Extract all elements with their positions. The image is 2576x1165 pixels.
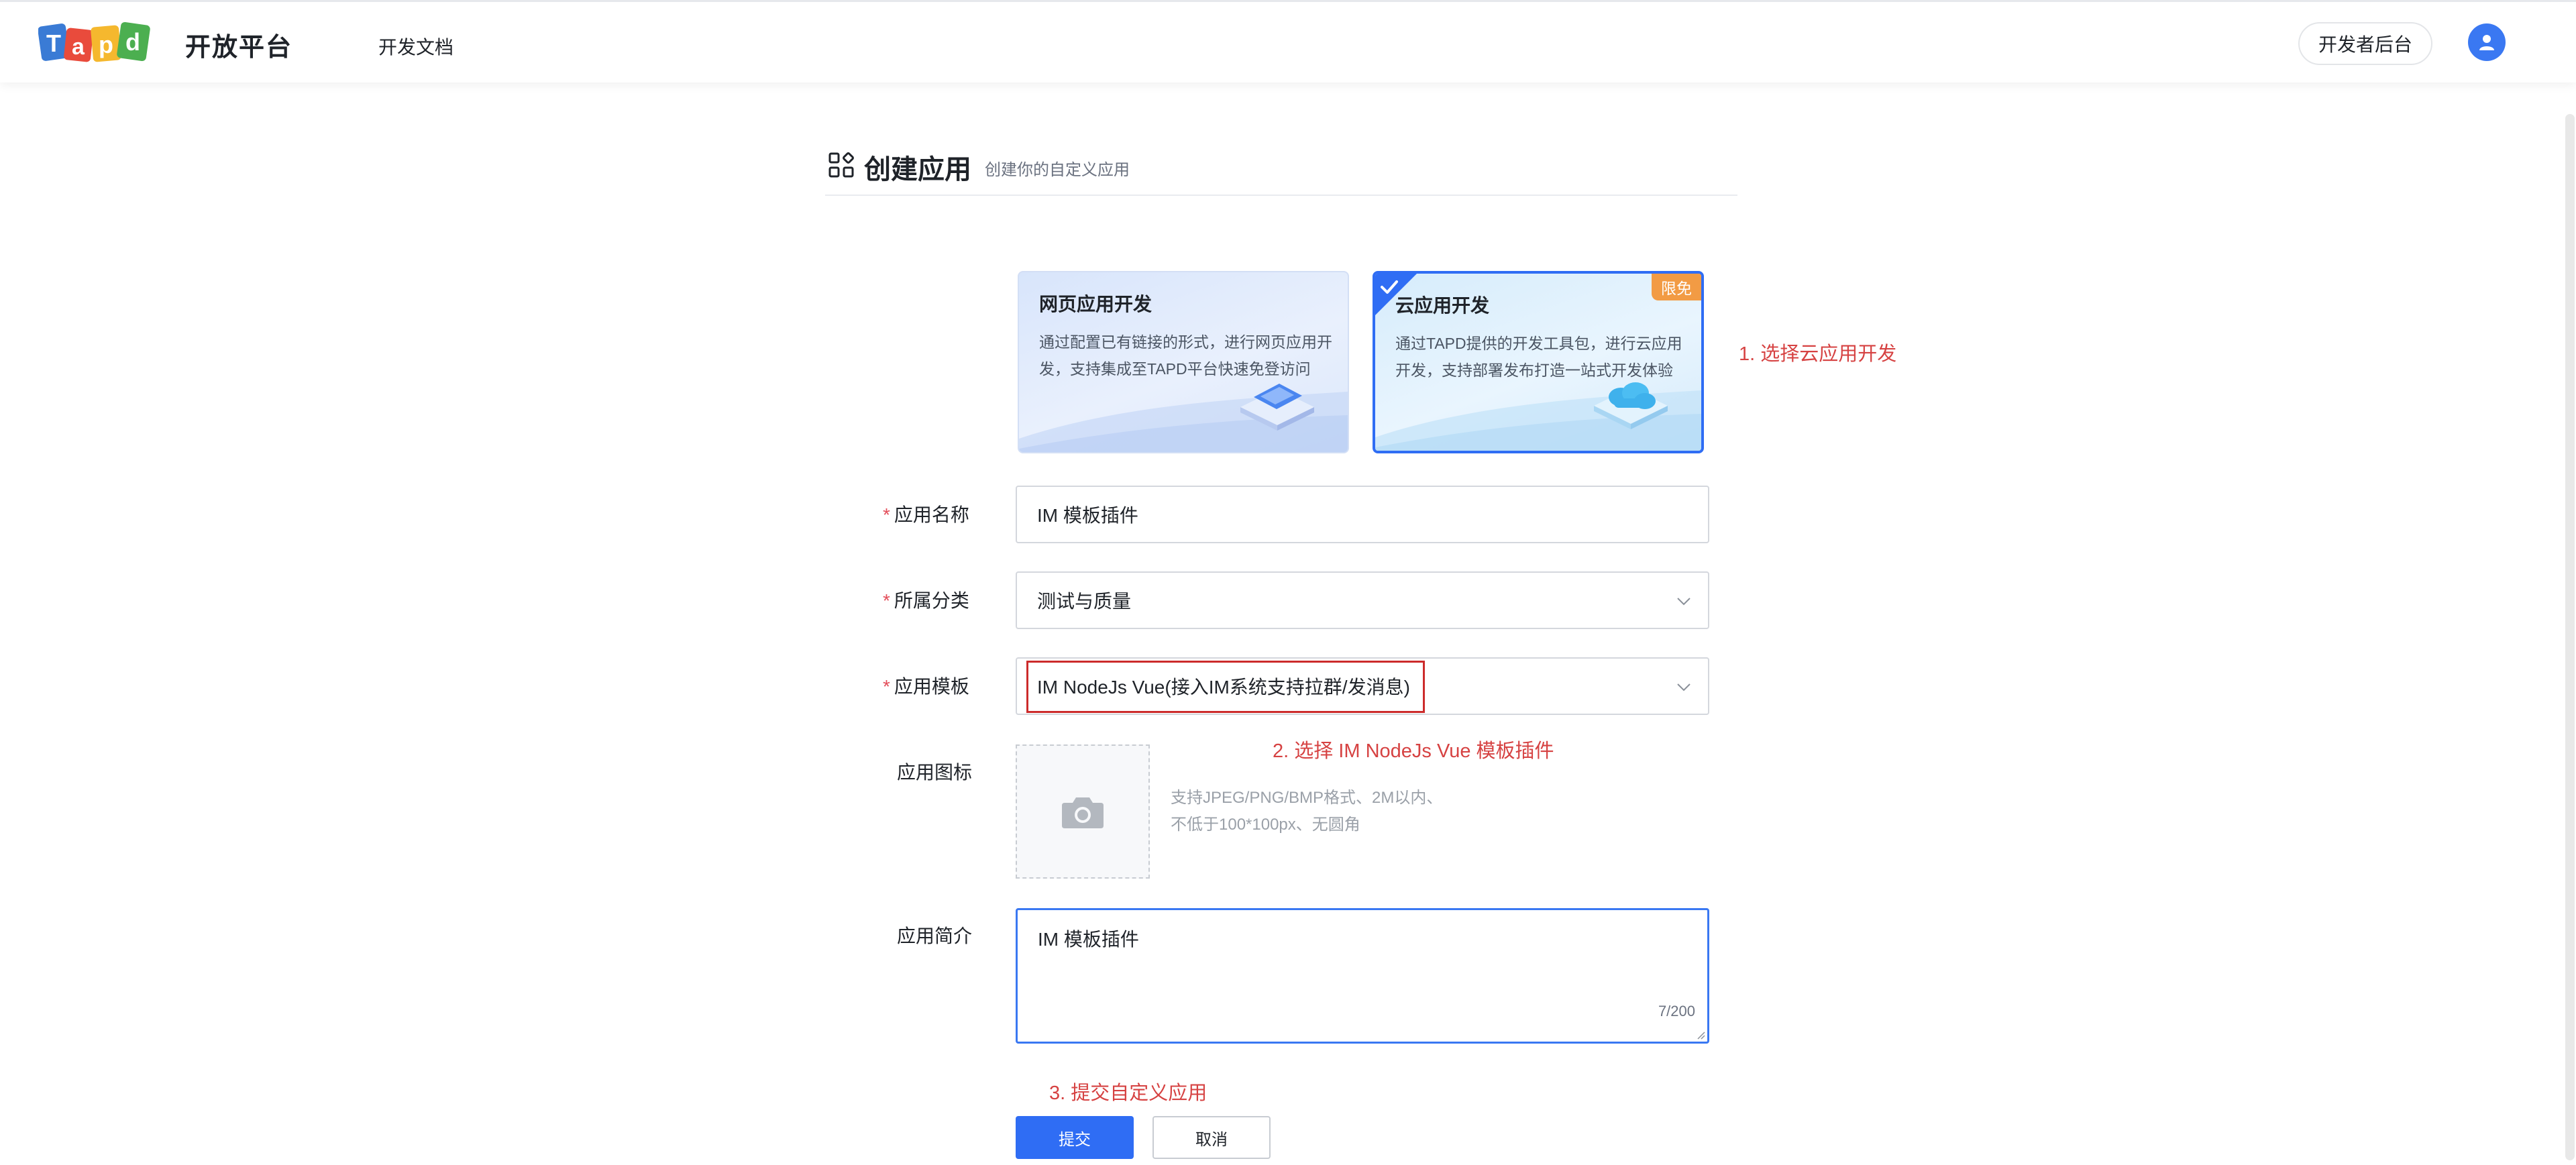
char-count: 7/200: [1658, 1003, 1695, 1019]
platform-title: 开放平台: [185, 34, 293, 62]
apps-grid-icon: [828, 152, 854, 178]
page-subtitle: 创建你的自定义应用: [985, 161, 1130, 179]
chevron-down-icon: [1677, 598, 1690, 606]
required-mark: *: [883, 676, 890, 697]
app-description-textarea[interactable]: IM 模板插件 7/200: [1016, 908, 1709, 1044]
app-description-value: IM 模板插件: [1038, 929, 1139, 950]
app-icon-label: 应用图标: [897, 762, 973, 783]
cloud-app-card[interactable]: 限免 云应用开发 通过TAPD提供的开发工具包，进行云应用开发，支持部署发布打造…: [1373, 271, 1704, 453]
svg-text:p: p: [99, 31, 113, 58]
icon-upload-area[interactable]: [1016, 744, 1150, 879]
required-mark: *: [883, 504, 890, 525]
cloud-app-card-description: 通过TAPD提供的开发工具包，进行云应用开发，支持部署发布打造一站式开发体验: [1395, 335, 1682, 379]
web-app-card-description: 通过配置已有链接的形式，进行网页应用开发，支持集成至TAPD平台快速免登访问: [1039, 333, 1332, 378]
cloud-app-card-title: 云应用开发: [1395, 295, 1490, 316]
cancel-button[interactable]: 取消: [1152, 1116, 1271, 1159]
annotation-step-1: 1. 选择云应用开发: [1739, 343, 1897, 365]
free-limited-badge: 限免: [1652, 274, 1701, 300]
icon-upload-hint: 支持JPEG/PNG/BMP格式、2M以内、 不低于100*100px、无圆角: [1171, 785, 1442, 838]
app-name-label: * 应用名称: [883, 500, 969, 527]
category-select[interactable]: 测试与质量: [1016, 571, 1709, 629]
category-select-value: 测试与质量: [1037, 591, 1132, 612]
user-avatar[interactable]: [2468, 23, 2506, 61]
app-name-input-value: IM 模板插件: [1037, 505, 1138, 526]
template-highlight-box: [1026, 661, 1425, 713]
app-name-input[interactable]: IM 模板插件: [1016, 486, 1709, 543]
page-scrollbar[interactable]: [2565, 114, 2575, 1160]
svg-text:d: d: [125, 28, 140, 56]
svg-text:T: T: [46, 30, 61, 57]
category-label: * 所属分类: [883, 586, 969, 613]
chevron-down-icon: [1677, 683, 1690, 691]
app-description-label: 应用简介: [897, 926, 973, 946]
template-label: * 应用模板: [883, 672, 969, 699]
required-mark: *: [883, 590, 890, 611]
annotation-step-3: 3. 提交自定义应用: [1049, 1083, 1208, 1104]
web-app-card[interactable]: 网页应用开发 通过配置已有链接的形式，进行网页应用开发，支持集成至TAPD平台快…: [1018, 271, 1349, 453]
icon-upload-hint-line-1: 支持JPEG/PNG/BMP格式、2M以内、: [1171, 789, 1443, 807]
top-navigation-bar: T a p d 开放平台 开发文档 开发者后台: [0, 0, 2576, 82]
tapd-logo[interactable]: T a p d: [38, 18, 159, 69]
category-label-text: 所属分类: [894, 590, 969, 611]
annotation-step-2: 2. 选择 IM NodeJs Vue 模板插件: [1273, 740, 1554, 762]
submit-button[interactable]: 提交: [1016, 1116, 1134, 1159]
app-name-label-text: 应用名称: [894, 504, 969, 525]
camera-icon: [1062, 797, 1104, 828]
user-icon: [2479, 35, 2494, 50]
developer-console-button[interactable]: 开发者后台: [2298, 22, 2432, 65]
icon-upload-hint-line-2: 不低于100*100px、无圆角: [1171, 816, 1360, 834]
template-label-text: 应用模板: [894, 676, 969, 697]
page-header: 创建应用 创建你的自定义应用: [825, 144, 1737, 196]
web-app-card-title: 网页应用开发: [1039, 294, 1152, 315]
resize-handle-icon[interactable]: [1695, 1029, 1705, 1040]
svg-text:a: a: [72, 34, 85, 60]
page-title: 创建应用: [864, 155, 971, 184]
nav-dev-docs-link[interactable]: 开发文档: [378, 33, 453, 60]
